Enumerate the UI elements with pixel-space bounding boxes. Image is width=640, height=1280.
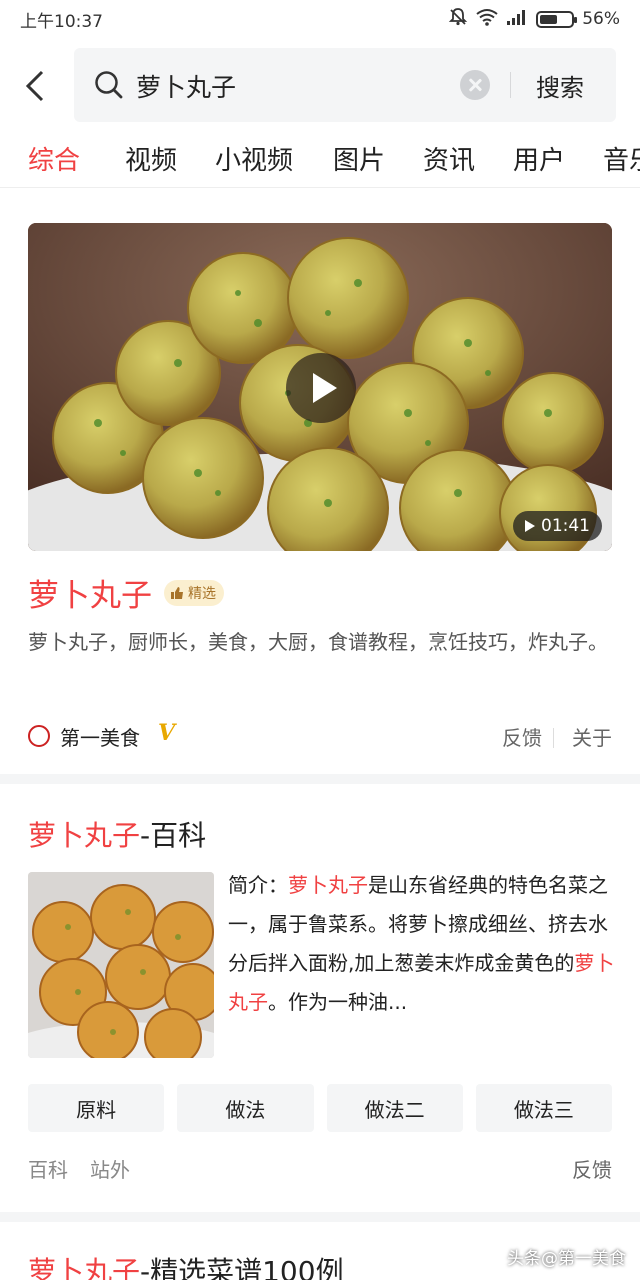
- baike-chips: 原料 做法 做法二 做法三: [28, 1084, 612, 1132]
- chip-method-three[interactable]: 做法三: [475, 1084, 612, 1132]
- baike-source: 百科: [28, 1158, 68, 1182]
- source-avatar[interactable]: [28, 725, 50, 747]
- battery-percent: 56%: [582, 9, 620, 29]
- signal-icon: [506, 8, 528, 31]
- tab-music[interactable]: 音乐: [603, 140, 640, 177]
- baike-title-highlight: 萝卜丸子: [28, 819, 141, 852]
- thumbs-up-icon: [171, 587, 183, 599]
- watermark: 头条@第一美食: [507, 1249, 626, 1269]
- chip-method-two[interactable]: 做法二: [326, 1084, 463, 1132]
- tab-comprehensive[interactable]: 综合: [28, 140, 80, 177]
- source-name[interactable]: 第一美食: [60, 722, 140, 751]
- section-divider: [0, 774, 640, 784]
- video-thumbnail[interactable]: 01:41: [28, 223, 612, 551]
- tab-users[interactable]: 用户: [513, 140, 565, 177]
- status-bar: 上午10:37 56%: [0, 0, 640, 38]
- featured-badge-label: 精选: [188, 586, 216, 602]
- source-row: 第一美食 V 反馈 关于: [28, 720, 612, 754]
- tab-news[interactable]: 资讯: [423, 140, 475, 177]
- tab-images[interactable]: 图片: [333, 140, 385, 177]
- search-header: 萝卜丸子 搜索: [0, 48, 640, 122]
- video-result-card[interactable]: 01:41 萝卜丸子 精选 萝卜丸子，厨师长，美食，大厨，食谱教程，烹饪技巧，炸…: [0, 190, 640, 774]
- tab-short-video[interactable]: 小视频: [215, 140, 293, 177]
- recipe-card-title[interactable]: 萝卜丸子-精选菜谱100例: [28, 1250, 344, 1280]
- battery-icon: [536, 10, 578, 28]
- intro-highlight-1: 萝卜丸子: [288, 873, 368, 897]
- section-divider: [0, 1212, 640, 1222]
- intro-label: 简介：: [228, 873, 288, 897]
- chevron-left-icon: [25, 70, 44, 102]
- search-button[interactable]: 搜索: [536, 68, 584, 103]
- mute-bell-icon: [448, 7, 468, 32]
- feedback-divider: [553, 728, 554, 748]
- chip-method[interactable]: 做法: [177, 1084, 314, 1132]
- recipe-title-suffix: -精选菜谱100例: [140, 1255, 344, 1280]
- tab-video[interactable]: 视频: [125, 140, 177, 177]
- baike-title-suffix: -百科: [140, 819, 207, 852]
- clear-icon[interactable]: [460, 70, 490, 100]
- chip-ingredients[interactable]: 原料: [28, 1084, 165, 1132]
- intro-text-2: 。作为一种油...: [268, 990, 408, 1014]
- baike-title[interactable]: 萝卜丸子-百科: [28, 814, 206, 854]
- featured-badge: 精选: [164, 580, 224, 606]
- play-button[interactable]: [286, 353, 356, 423]
- duration-text: 01:41: [541, 516, 590, 536]
- baike-card[interactable]: 萝卜丸子-百科 简介：萝卜丸子是山东省经典的特色名菜之一，属于鲁菜系。将萝卜擦成…: [0, 784, 640, 1210]
- feedback-link[interactable]: 反馈: [502, 722, 542, 751]
- back-button[interactable]: [22, 66, 54, 106]
- play-small-icon: [525, 520, 535, 532]
- search-icon: [94, 70, 124, 104]
- recipe-title-highlight: 萝卜丸子: [28, 1255, 141, 1280]
- baike-feedback-link[interactable]: 反馈: [572, 1154, 612, 1183]
- baike-intro: 简介：萝卜丸子是山东省经典的特色名菜之一，属于鲁菜系。将萝卜擦成细丝、挤去水分后…: [228, 866, 620, 1022]
- video-title[interactable]: 萝卜丸子: [28, 570, 152, 615]
- search-divider: [510, 72, 511, 98]
- battery-fill: [540, 14, 558, 24]
- result-tabs: 综合 视频 小视频 图片 资讯 用户 音乐: [0, 130, 640, 188]
- baike-thumbnail[interactable]: [28, 872, 214, 1058]
- baike-footer: 百科 站外 反馈: [28, 1154, 612, 1184]
- search-box[interactable]: 萝卜丸子 搜索: [74, 48, 616, 122]
- verified-badge: V: [158, 720, 176, 746]
- status-icons: 56%: [448, 7, 620, 32]
- about-link[interactable]: 关于: [572, 722, 612, 751]
- video-description: 萝卜丸子，厨师长，美食，大厨，食谱教程，烹饪技巧，炸丸子。: [28, 630, 608, 654]
- search-input[interactable]: 萝卜丸子: [136, 68, 236, 104]
- food-image: [28, 872, 214, 1058]
- video-duration: 01:41: [513, 511, 602, 541]
- wifi-icon: [476, 8, 498, 31]
- play-icon: [313, 373, 337, 403]
- baike-external-tag: 站外: [90, 1158, 130, 1182]
- status-time: 上午10:37: [20, 11, 103, 32]
